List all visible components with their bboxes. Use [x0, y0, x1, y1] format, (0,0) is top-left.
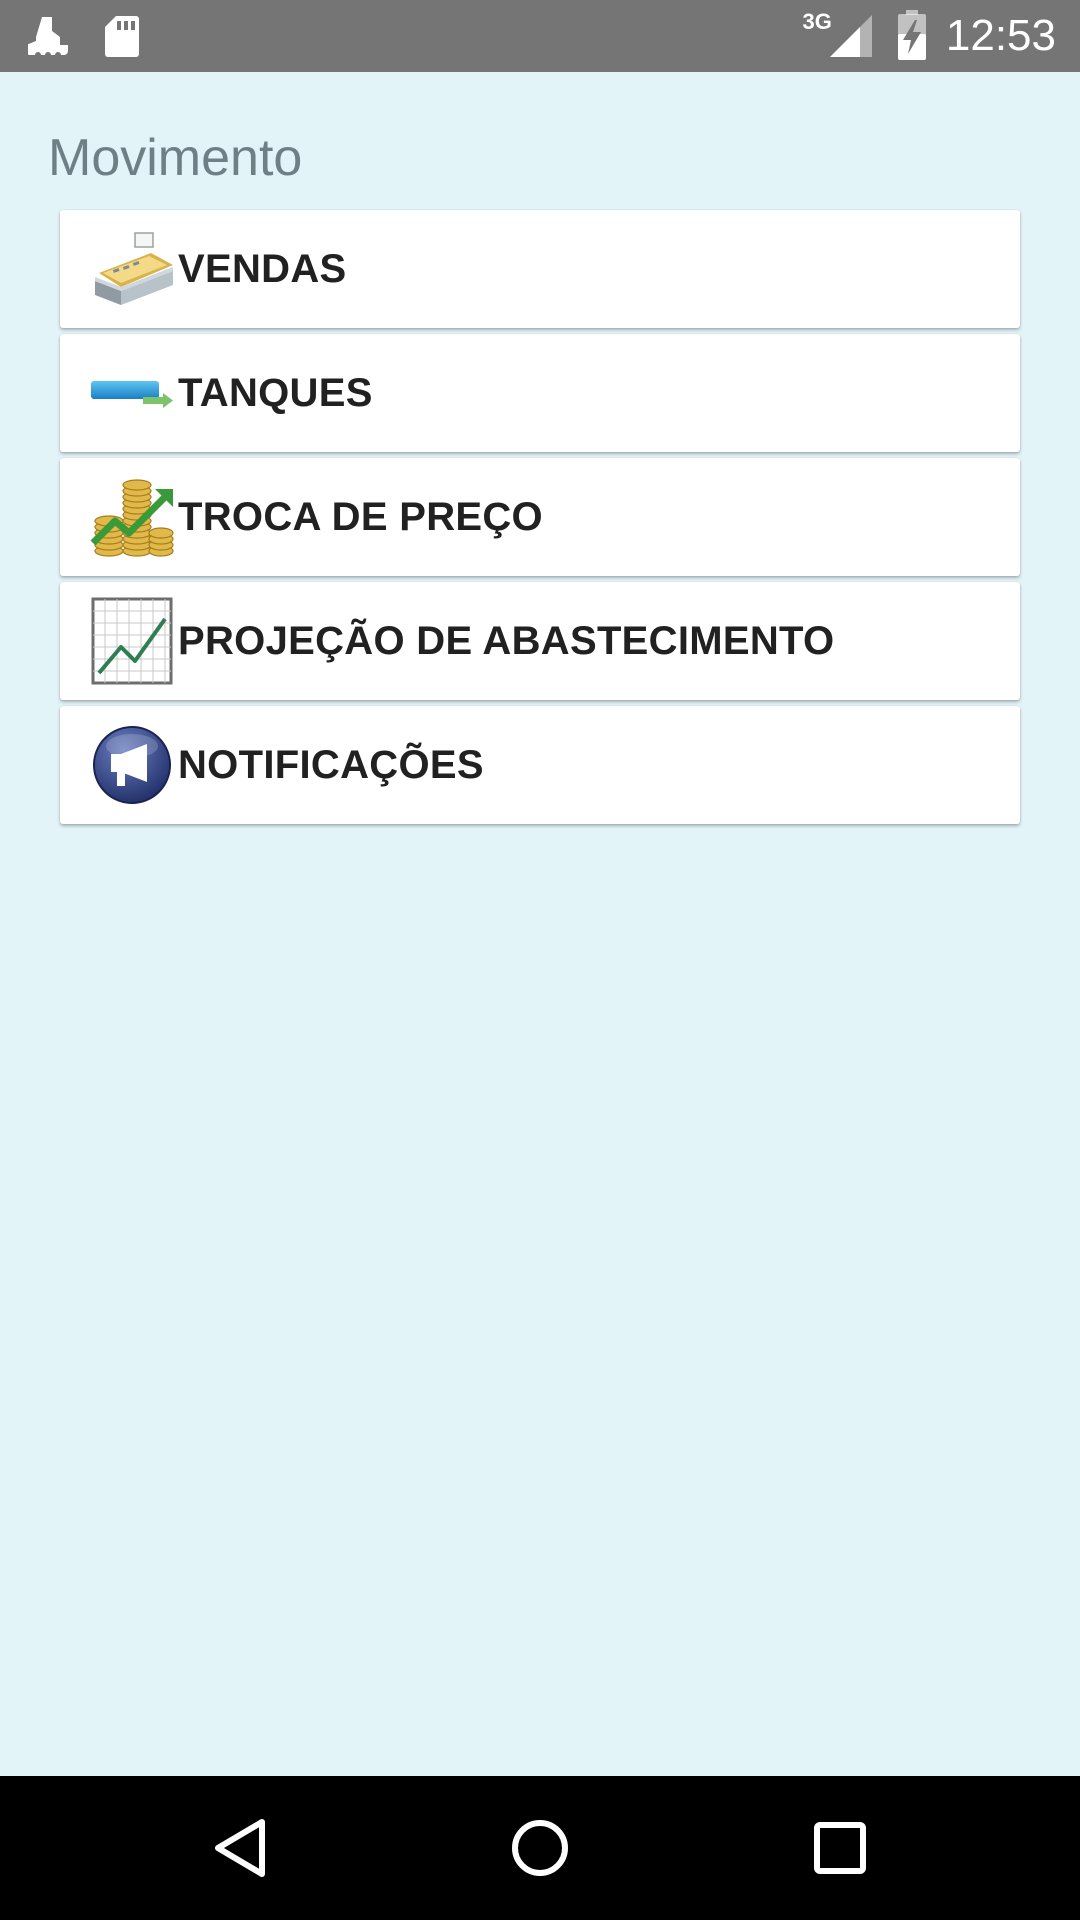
navigation-bar — [0, 1776, 1080, 1920]
sd-card-icon — [105, 16, 139, 57]
cash-register-icon — [88, 225, 176, 313]
menu-item-label: NOTIFICAÇÕES — [178, 742, 484, 787]
network-type: 3G — [802, 9, 832, 34]
menu-item-projecao-de-abastecimento[interactable]: PROJEÇÃO DE ABASTECIMENTO — [60, 582, 1020, 700]
status-clock: 12:53 — [945, 11, 1056, 60]
menu-item-label: TROCA DE PREÇO — [178, 494, 543, 539]
menu-item-vendas[interactable]: VENDAS — [60, 210, 1020, 328]
menu-item-label: PROJEÇÃO DE ABASTECIMENTO — [178, 618, 835, 663]
recents-icon — [814, 1822, 866, 1874]
recents-button[interactable] — [804, 1812, 876, 1884]
back-button[interactable] — [204, 1812, 276, 1884]
status-left-icons — [28, 12, 140, 60]
status-bar: 3G 12:53 — [0, 0, 1080, 72]
status-right-icons: 3G 12:53 — [803, 0, 1056, 72]
page-title: Movimento — [48, 129, 303, 187]
menu-item-notificacoes[interactable]: NOTIFICAÇÕES — [60, 706, 1020, 824]
battery-charging-icon — [897, 10, 926, 60]
menu-item-troca-de-preco[interactable]: TROCA DE PREÇO — [60, 458, 1020, 576]
home-icon — [512, 1820, 568, 1876]
coins-chart-icon — [88, 473, 176, 561]
notification-icon — [28, 17, 68, 58]
menu-item-label: TANQUES — [178, 370, 373, 415]
megaphone-icon — [88, 721, 176, 809]
menu-item-label: VENDAS — [178, 246, 347, 291]
line-chart-icon — [88, 597, 176, 685]
cell-signal-icon — [829, 15, 872, 57]
back-icon — [215, 1819, 265, 1877]
menu-list: VENDAS TANQUES TROCA DE PREÇO PROJEÇÃO D… — [60, 210, 1020, 830]
menu-item-tanques[interactable]: TANQUES — [60, 334, 1020, 452]
main-content: Movimento VENDAS TANQUES TROCA DE PREÇO … — [0, 72, 1080, 1776]
home-button[interactable] — [504, 1812, 576, 1884]
tank-icon — [88, 349, 176, 437]
